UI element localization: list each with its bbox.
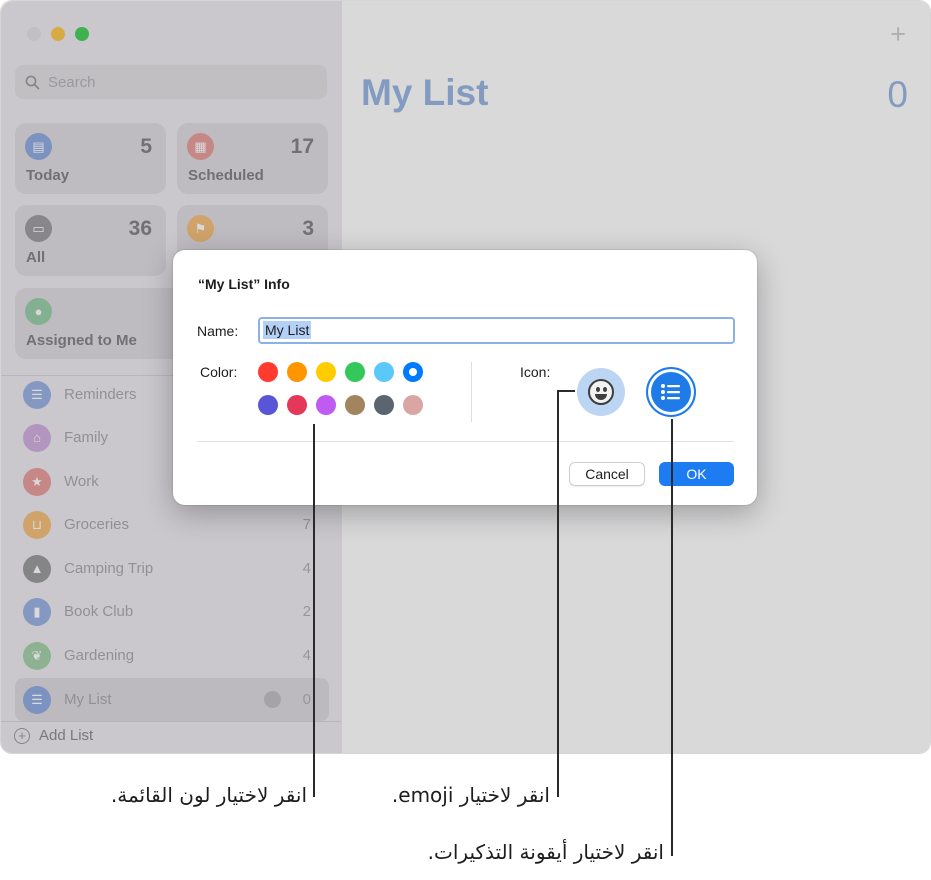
icon-callout-line [671,419,673,856]
dialog-title: “My List” Info [198,276,290,292]
color-swatch[interactable] [345,362,365,382]
list-icon-button[interactable] [646,367,696,417]
smiley-face-icon [588,379,614,405]
color-label: Color: [200,364,238,380]
color-swatch[interactable] [258,395,278,415]
emoji-callout-connector [557,390,575,392]
color-swatch[interactable] [403,395,423,415]
color-callout-line [313,424,315,797]
icon-callout-text: انقر لاختيار أيقونة التذكيرات. [427,840,664,864]
emoji-callout-line [557,390,559,797]
color-swatch[interactable] [287,395,307,415]
icon-label: Icon: [520,364,551,380]
color-swatch[interactable] [287,362,307,382]
vertical-divider [471,362,472,422]
color-swatch[interactable] [316,395,336,415]
color-swatch[interactable] [374,395,394,415]
color-swatch[interactable] [258,362,278,382]
name-label: Name: [197,323,239,339]
color-swatch[interactable] [345,395,365,415]
color-callout-text: انقر لاختيار لون القائمة. [110,783,307,807]
color-swatch[interactable] [403,362,423,382]
list-bullet-icon [661,384,680,400]
emoji-callout-text: انقر لاختيار emoji. [391,783,550,807]
horizontal-divider [197,441,734,442]
list-info-dialog: “My List” Info Name: My List Color: Icon… [173,250,757,505]
name-input[interactable]: My List [258,317,735,344]
name-input-value: My List [263,321,312,339]
emoji-button[interactable] [577,368,625,416]
cancel-button[interactable]: Cancel [569,462,645,486]
color-swatch[interactable] [316,362,336,382]
color-swatch[interactable] [374,362,394,382]
